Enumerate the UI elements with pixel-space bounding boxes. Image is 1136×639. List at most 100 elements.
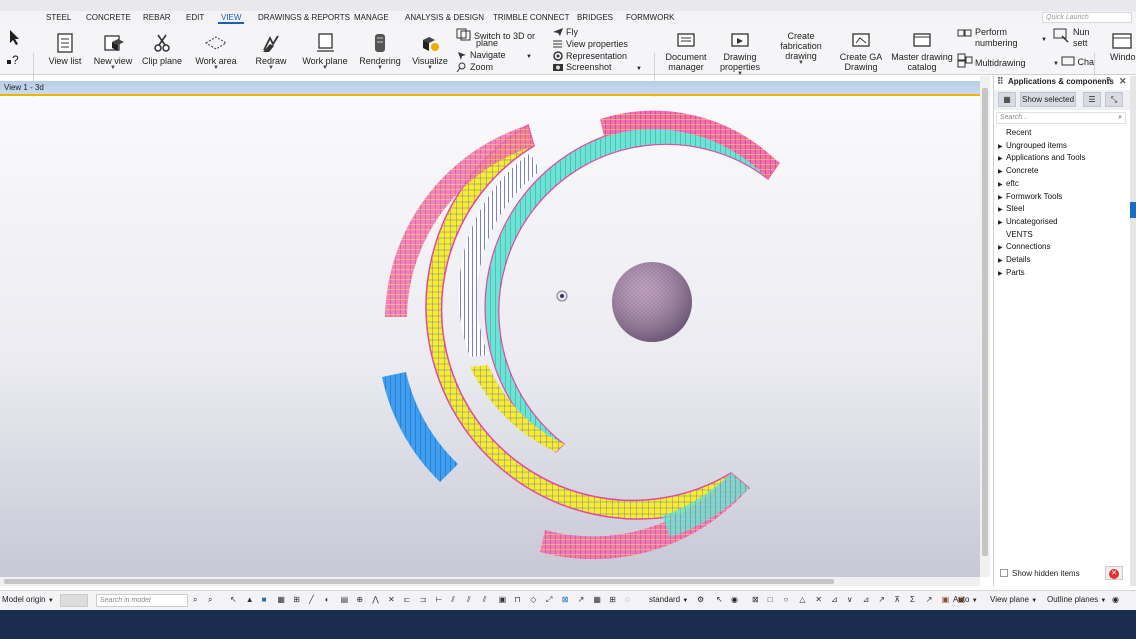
snap-tool-icon[interactable]: ⋀: [372, 595, 379, 604]
model-origin-dropdown[interactable]: Model origin ▼: [2, 595, 54, 604]
tree-item[interactable]: ▶ Connections: [998, 242, 1050, 251]
perform-numbering-button[interactable]: Perform numbering: [957, 27, 1018, 49]
grid-view-button[interactable]: ▦: [998, 92, 1016, 107]
tab-rebar[interactable]: REBAR: [143, 13, 171, 22]
tree-item[interactable]: ▶ Concrete: [998, 166, 1038, 175]
rendering-button[interactable]: Rendering ▼: [358, 32, 402, 71]
snap-tool-icon[interactable]: □: [768, 595, 773, 604]
tab-bridges[interactable]: BRIDGES: [577, 13, 613, 22]
window-button[interactable]: Windo: [1106, 32, 1136, 62]
representation-button[interactable]: Representation: [552, 51, 627, 62]
numbering-dropdown[interactable]: ▼: [1041, 35, 1047, 46]
auto-dropdown[interactable]: Auto ▼: [953, 595, 978, 604]
tree-item[interactable]: ▶ Details: [998, 255, 1030, 264]
snap-tool-icon[interactable]: ⊕: [356, 595, 363, 604]
snap-tool-icon[interactable]: ▦: [277, 595, 285, 604]
tab-edit[interactable]: EDIT: [186, 13, 204, 22]
expand-arrow-icon[interactable]: ▶: [998, 181, 1006, 188]
snap-tool-icon[interactable]: ○: [784, 595, 789, 604]
expand-arrow-icon[interactable]: ▶: [998, 168, 1006, 175]
change-button[interactable]: ▼ Cha: [1053, 55, 1094, 70]
document-manager-button[interactable]: Document manager: [662, 32, 710, 72]
tree-item[interactable]: ▶ Ungrouped items: [998, 141, 1067, 150]
select-tool-button[interactable]: [3, 28, 27, 48]
tab-concrete[interactable]: CONCRETE: [86, 13, 131, 22]
snap-tool-icon[interactable]: ◐: [325, 595, 330, 604]
vertical-scroll-thumb[interactable]: [982, 88, 988, 556]
horizontal-scroll-thumb[interactable]: [4, 579, 834, 584]
snap-tool-icon[interactable]: ⊏: [404, 595, 411, 604]
fly-button[interactable]: Fly: [552, 27, 578, 38]
tree-item[interactable]: ▶ Applications and Tools: [998, 153, 1085, 162]
snap-tool-icon[interactable]: ⊞: [609, 595, 616, 604]
snap-tool-icon[interactable]: ◇: [530, 595, 536, 604]
tree-item[interactable]: ▶ eftc: [998, 179, 1019, 188]
show-selected-button[interactable]: Show selected: [1020, 92, 1076, 107]
outline-planes-dropdown[interactable]: Outline planes ▼: [1047, 595, 1106, 604]
help-tool-button[interactable]: ?: [3, 51, 27, 71]
snap-tool-icon[interactable]: ⫽: [451, 595, 455, 605]
snap-tool-icon[interactable]: ▣: [942, 595, 950, 604]
menu-button[interactable]: ☰: [1083, 92, 1101, 107]
snap-tool-icon[interactable]: ⫽: [467, 595, 471, 605]
work-area-button[interactable]: Work area ▼: [194, 32, 238, 71]
clip-plane-button[interactable]: Clip plane: [140, 32, 184, 66]
tree-item[interactable]: ▶ Formwork Tools: [998, 192, 1062, 201]
model-viewport[interactable]: [0, 97, 980, 577]
snap-tool-icon[interactable]: ▤: [341, 595, 349, 604]
snap-tool-icon[interactable]: ⊠: [752, 595, 759, 604]
standard-dropdown[interactable]: standard ▼: [649, 595, 688, 604]
find-icon[interactable]: ⌕: [193, 595, 197, 605]
tab-formwork[interactable]: FORMWORK: [626, 13, 674, 22]
snap-tool-icon[interactable]: ▦: [593, 595, 601, 604]
collapse-button[interactable]: ⤡: [1105, 92, 1123, 107]
tree-item[interactable]: VENTS: [998, 230, 1033, 239]
tab-drawings-reports[interactable]: DRAWINGS & REPORTS: [258, 13, 350, 22]
tab-view[interactable]: VIEW: [217, 13, 245, 24]
drawing-properties-button[interactable]: Drawing properties ▼: [716, 32, 764, 77]
snap-tool-icon[interactable]: ↗: [878, 595, 885, 604]
help-icon[interactable]: ?: [1106, 76, 1111, 85]
snap-tool-icon[interactable]: ⊿: [831, 595, 838, 604]
work-plane-button[interactable]: Work plane ▼: [302, 32, 348, 71]
tree-item[interactable]: ▶ Steel: [998, 204, 1024, 213]
panel-search-input[interactable]: Search... ⌕: [996, 112, 1126, 124]
snap-tool-icon[interactable]: ↗: [926, 595, 933, 604]
view-properties-button[interactable]: View properties: [552, 39, 628, 50]
snap-tool-icon[interactable]: ⊢: [435, 595, 442, 604]
search-in-model-input[interactable]: Search in model: [96, 594, 188, 607]
select-filter-icon[interactable]: ↖: [716, 595, 723, 604]
expand-arrow-icon[interactable]: ▶: [998, 206, 1006, 213]
close-icon[interactable]: ✕: [1119, 76, 1127, 87]
expand-arrow-icon[interactable]: ▶: [998, 155, 1006, 162]
numbering-settings-button[interactable]: Nun sett: [1053, 27, 1090, 49]
tab-analysis-design[interactable]: ANALYSIS & DESIGN: [405, 13, 484, 22]
panel-delete-button[interactable]: ✕: [1105, 566, 1123, 580]
snap-tool-icon[interactable]: ⊓: [514, 595, 520, 604]
snap-tool-icon[interactable]: ⊠: [562, 595, 569, 604]
expand-arrow-icon[interactable]: ▶: [998, 244, 1006, 251]
snap-tool-icon[interactable]: ⊞: [293, 595, 300, 604]
expand-arrow-icon[interactable]: ▶: [998, 143, 1006, 150]
visibility-icon[interactable]: ◉: [1112, 595, 1119, 604]
redraw-button[interactable]: Redraw ▼: [250, 32, 292, 71]
snap-tool-icon[interactable]: ⤢: [546, 595, 552, 605]
expand-arrow-icon[interactable]: ▶: [998, 219, 1006, 226]
snap-tool-icon[interactable]: ⊿: [863, 595, 870, 604]
view-plane-dropdown[interactable]: View plane ▼: [990, 595, 1037, 604]
snap-tool-icon[interactable]: ■: [262, 595, 267, 604]
snap-tool-icon[interactable]: ◌: [625, 595, 630, 604]
screenshot-button[interactable]: Screenshot ▼: [552, 62, 642, 75]
snap-tool-icon[interactable]: ✕: [815, 595, 822, 604]
snap-tool-icon[interactable]: ∨: [847, 595, 853, 604]
snap-tool-icon[interactable]: ⫽: [483, 595, 487, 605]
multidrawing-button[interactable]: Multidrawing: [957, 52, 1026, 69]
snap-tool-icon[interactable]: ⊼: [894, 595, 900, 604]
tab-manage[interactable]: MANAGE: [354, 13, 389, 22]
show-hidden-items-toggle[interactable]: Show hidden items: [1000, 569, 1080, 578]
view-list-button[interactable]: View list: [44, 32, 86, 66]
tree-item[interactable]: ▶ Parts: [998, 268, 1025, 277]
create-fabrication-drawing-button[interactable]: Create fabrication drawing ▼: [774, 31, 828, 66]
visualize-button[interactable]: Visualize ▼: [410, 32, 450, 71]
snap-tool-icon[interactable]: ↖: [230, 595, 237, 604]
